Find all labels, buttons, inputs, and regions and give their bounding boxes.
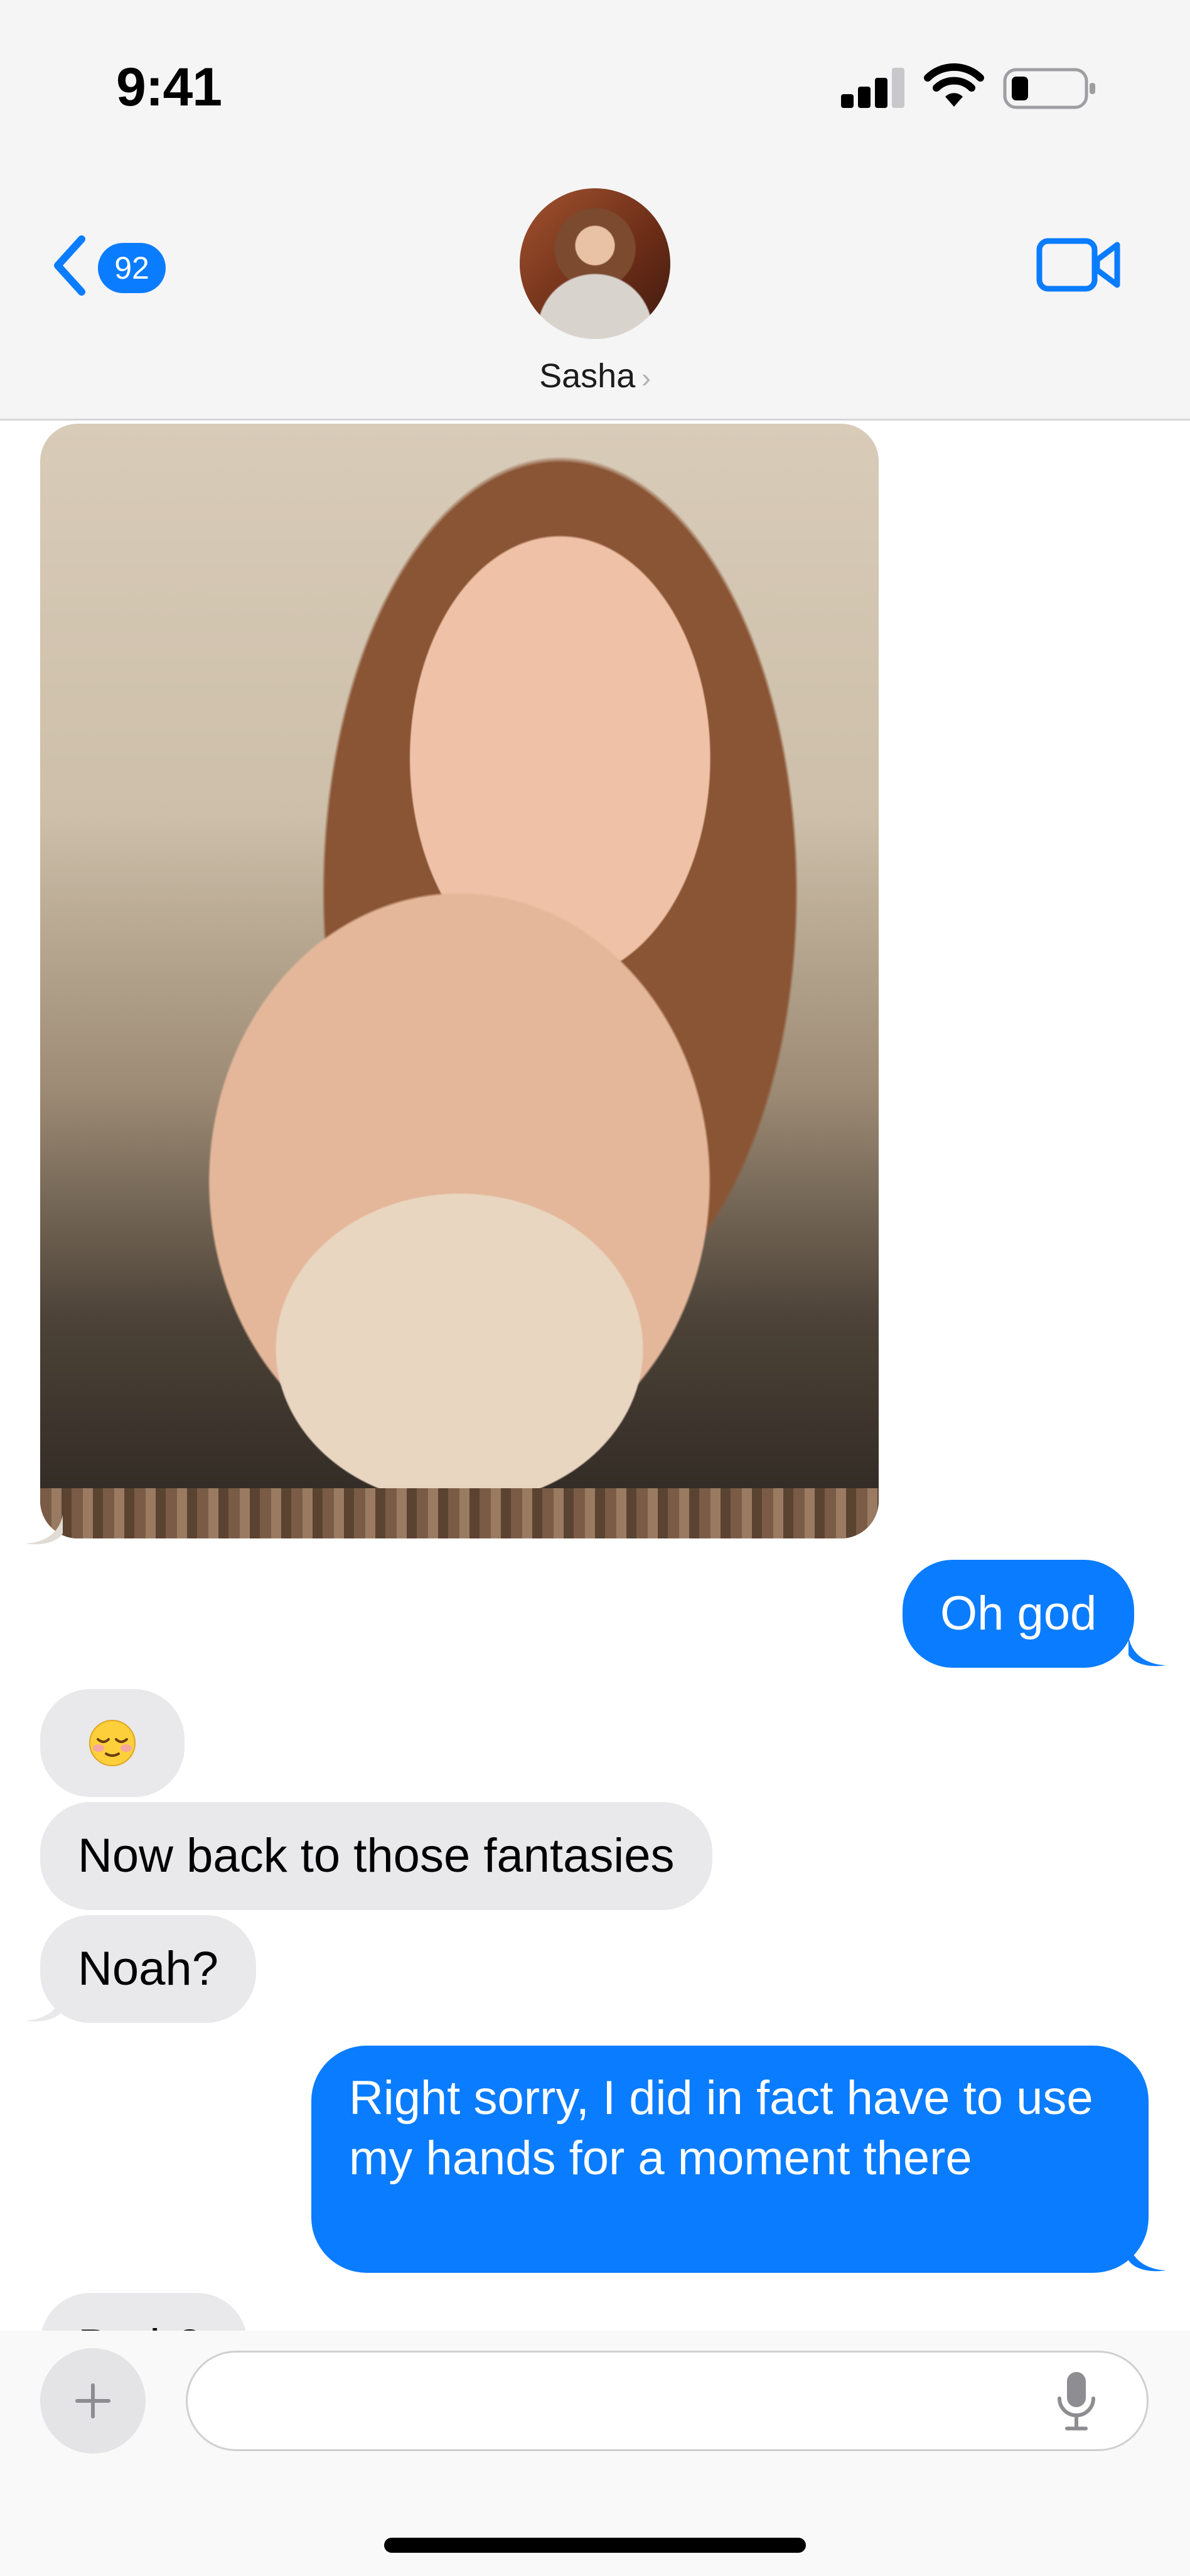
back-button[interactable]: 92	[50, 229, 176, 298]
cellular-signal-icon	[841, 68, 905, 108]
relieved-face-emoji-icon	[89, 1720, 136, 1766]
photo-foreground	[40, 1488, 879, 1538]
contact-name-button[interactable]: Sasha ›	[0, 357, 1190, 395]
bubble-tail	[1128, 1636, 1166, 1666]
bubble-tail	[1128, 2241, 1166, 2272]
video-camera-icon[interactable]	[1036, 233, 1123, 296]
status-bar: 9:41	[0, 0, 1190, 163]
chevron-right-icon: ›	[641, 363, 651, 394]
incoming-message[interactable]: Noah?	[40, 1915, 256, 2023]
wifi-icon	[924, 63, 984, 107]
unread-count-badge: 92	[98, 243, 166, 293]
conversation-header: 92 Sasha ›	[0, 163, 1190, 421]
bubble-tail	[25, 1515, 63, 1545]
incoming-message[interactable]: 😌	[40, 1689, 185, 1797]
battery-icon	[1003, 68, 1095, 109]
outgoing-message[interactable]: Oh god	[903, 1560, 1135, 1668]
incoming-message[interactable]: Now back to those fantasies	[40, 1802, 712, 1910]
contact-name: Sasha	[539, 357, 636, 395]
photo-attachment[interactable]	[40, 424, 879, 1538]
message-composer	[0, 2331, 1190, 2576]
message-input[interactable]	[186, 2351, 1149, 2451]
chevron-left-icon	[54, 235, 85, 296]
incoming-message[interactable]: Both?	[40, 2293, 247, 2331]
contact-avatar[interactable]	[520, 188, 670, 339]
status-time: 9:41	[116, 57, 222, 117]
add-attachment-button[interactable]	[40, 2348, 146, 2454]
microphone-icon[interactable]	[1054, 2369, 1098, 2432]
message-thread[interactable]: Oh god 😌 Now back to those fantasies Noa…	[0, 422, 1190, 2331]
bubble-tail	[25, 1992, 63, 2022]
outgoing-message[interactable]: Right sorry, I did in fact have to use m…	[311, 2046, 1149, 2273]
home-indicator[interactable]	[384, 2538, 806, 2553]
